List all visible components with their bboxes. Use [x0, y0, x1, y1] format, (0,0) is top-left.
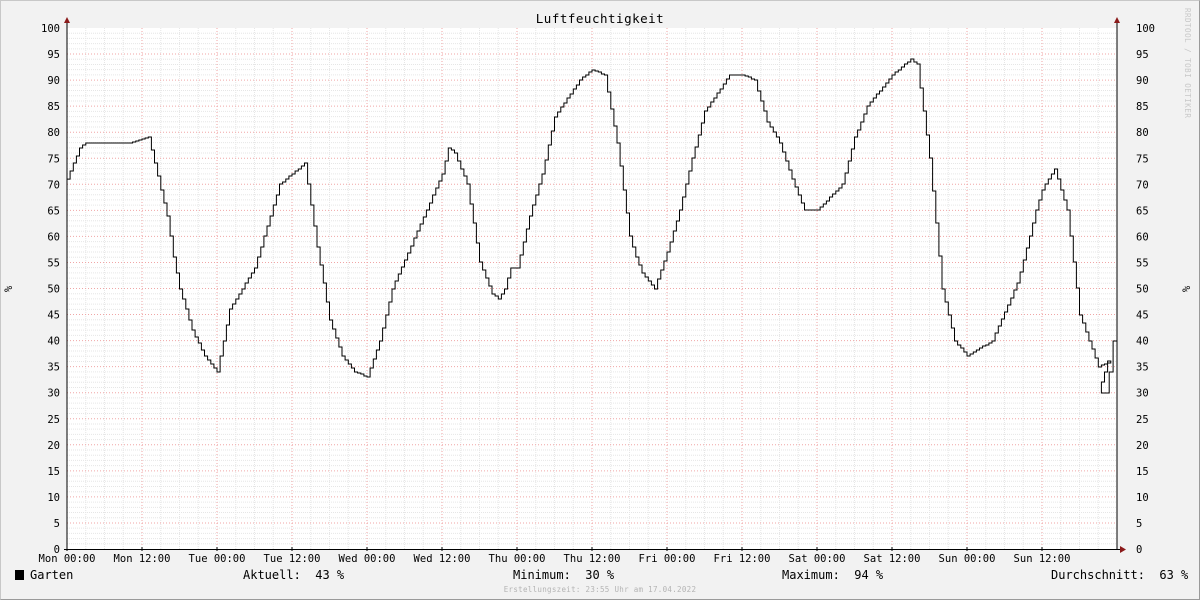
x-tick-label: Wed 00:00	[339, 553, 396, 565]
y-tick-label: 5	[1136, 518, 1142, 530]
legend-maximum-value: 94 %	[854, 568, 884, 582]
x-tick-label: Tue 00:00	[189, 553, 246, 565]
legend-swatch	[15, 570, 24, 580]
y-axis-label-right: %	[1181, 285, 1193, 292]
legend-current-label: Aktuell:	[243, 568, 301, 582]
y-axis-arrow-left	[64, 17, 70, 23]
legend-minimum: Minimum: 30 %	[513, 568, 614, 582]
y-tick-label: 15	[1136, 466, 1149, 478]
y-tick-label: 70	[1136, 179, 1149, 191]
y-tick-label: 75	[1136, 153, 1149, 165]
y-tick-label: 50	[47, 284, 60, 296]
y-tick-label: 90	[1136, 75, 1149, 87]
legend-current-value: 43 %	[315, 568, 345, 582]
y-tick-label: 50	[1136, 284, 1149, 296]
y-tick-label: 40	[47, 336, 60, 348]
x-tick-label: Thu 12:00	[564, 553, 621, 565]
y-tick-label: 40	[1136, 336, 1149, 348]
watermark: RRDTOOL / TOBI OETIKER	[1183, 8, 1192, 119]
y-tick-label: 65	[47, 205, 60, 217]
legend-minimum-value: 30 %	[585, 568, 615, 582]
x-tick-label: Wed 12:00	[414, 553, 471, 565]
legend-maximum-label: Maximum:	[782, 568, 840, 582]
x-tick-label: Sat 00:00	[789, 553, 846, 565]
x-tick-label: Mon 00:00	[39, 553, 96, 565]
x-tick-label: Sun 00:00	[939, 553, 996, 565]
y-tick-labels-right: 0 5 10 15 20 25 30 35 40 45 50 55 60 65 70 75 80 85 90 95 10…	[1136, 23, 1155, 556]
y-tick-label: 95	[47, 49, 60, 61]
chart-title: Luftfeuchtigkeit	[536, 11, 664, 26]
legend-average-label: Durchschnitt:	[1051, 568, 1145, 582]
y-tick-labels-left: 0510152025303540455055606570758085909510…	[41, 23, 60, 556]
y-tick-label: 5	[54, 518, 60, 530]
y-tick-label: 10	[1136, 492, 1149, 504]
x-tick-labels: Mon 00:00 Mon 12:00 Tue 00:00 Tue 12:00 Wed …	[39, 553, 1071, 565]
y-tick-label: 30	[1136, 388, 1149, 400]
legend-minimum-label: Minimum:	[513, 568, 571, 582]
x-tick-label: Fri 12:00	[714, 553, 771, 565]
x-tick-label: Fri 00:00	[639, 553, 696, 565]
y-tick-label: 25	[1136, 414, 1149, 426]
y-tick-label: 100	[1136, 23, 1155, 35]
y-tick-label: 10	[47, 492, 60, 504]
y-tick-label: 20	[1136, 440, 1149, 452]
y-axis-arrow-right	[1114, 17, 1120, 23]
legend-average: Durchschnitt: 63 %	[1051, 568, 1188, 582]
y-tick-label: 95	[1136, 49, 1149, 61]
y-tick-label: 70	[47, 179, 60, 191]
y-tick-label: 100	[41, 23, 60, 35]
y-tick-label: 60	[47, 231, 60, 243]
x-tick-label: Mon 12:00	[114, 553, 171, 565]
y-tick-label: 30	[47, 388, 60, 400]
x-tick-label: Sun 12:00	[1014, 553, 1071, 565]
y-tick-label: 35	[47, 362, 60, 374]
y-tick-label: 60	[1136, 231, 1149, 243]
y-tick-label: 15	[47, 466, 60, 478]
y-tick-label: 85	[47, 101, 60, 113]
x-tick-label: Sat 12:00	[864, 553, 921, 565]
y-tick-label: 90	[47, 75, 60, 87]
y-tick-label: 35	[1136, 362, 1149, 374]
y-tick-label: 75	[47, 153, 60, 165]
y-tick-label: 80	[47, 127, 60, 139]
humidity-chart: 0 5 10 15 20 25 30 35 40 45 50 55 60 65 70 75 80 85 90 95 10…	[3, 11, 1193, 565]
y-tick-label: 45	[1136, 310, 1149, 322]
y-tick-label: 20	[47, 440, 60, 452]
y-tick-label: 25	[47, 414, 60, 426]
y-tick-label: 80	[1136, 127, 1149, 139]
x-axis-arrow	[1120, 546, 1126, 553]
y-tick-label: 65	[1136, 205, 1149, 217]
y-tick-label: 0	[1136, 544, 1142, 556]
legend-maximum: Maximum: 94 %	[782, 568, 883, 582]
legend-series-label: Garten	[30, 568, 74, 582]
y-axis-label-left: %	[3, 285, 15, 292]
x-tick-label: Thu 00:00	[489, 553, 546, 565]
y-tick-label: 85	[1136, 101, 1149, 113]
grid	[67, 28, 1117, 549]
x-tick-label: Tue 12:00	[264, 553, 321, 565]
legend-current: Aktuell: 43 %	[243, 568, 344, 582]
y-tick-label: 55	[1136, 257, 1149, 269]
y-tick-label: 55	[47, 257, 60, 269]
legend-average-value: 63 %	[1159, 568, 1189, 582]
y-tick-label: 45	[47, 310, 60, 322]
creation-time: Erstellungszeit: 23:55 Uhr am 17.04.2022	[503, 585, 697, 594]
